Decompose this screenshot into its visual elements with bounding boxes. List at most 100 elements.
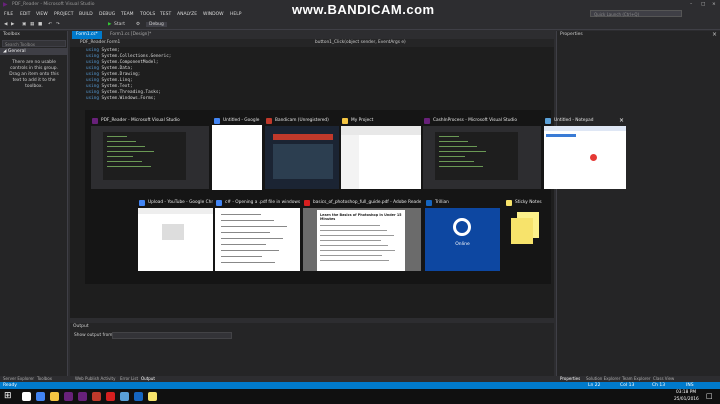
thumb-text-line	[221, 244, 266, 245]
menu-item-window[interactable]: WINDOW	[203, 12, 224, 17]
status-line: Ln 22	[588, 383, 601, 388]
record-dot-icon	[590, 154, 597, 161]
window-thumbnail[interactable]: Untitled - Notepad ×	[544, 116, 626, 189]
thumb-code-line	[439, 161, 474, 162]
windows-taskbar: ⊞ 03:18 PM 25/01/2016 □	[0, 389, 720, 404]
window-thumbnail[interactable]: c# - Opening a .pdf file in windows form	[215, 198, 300, 271]
app-icon	[214, 118, 220, 124]
menu-item-project[interactable]: PROJECT	[54, 12, 73, 17]
menu-item-build[interactable]: BUILD	[79, 12, 93, 17]
tab-error-list[interactable]: Error List	[120, 376, 138, 381]
thumbnail-header: Untitled - Google Chrome	[213, 116, 261, 126]
toolbox-search-input[interactable]: Search Toolbox	[2, 40, 66, 47]
menu-item-help[interactable]: HELP	[230, 12, 241, 17]
thumb-code-line	[107, 146, 145, 147]
menu-item-view[interactable]: VIEW	[36, 12, 48, 17]
menu-item-tools[interactable]: TOOLS	[140, 12, 155, 17]
toolbox-group-general[interactable]: ◢ General	[0, 48, 68, 55]
window-thumbnail[interactable]: basics_of_photoshop_full_guide.pdf - Ado…	[303, 198, 421, 271]
window-thumbnail[interactable]: Upload - YouTube - Google Chrome	[138, 198, 213, 271]
maximize-button[interactable]: □	[701, 2, 705, 7]
menu-item-edit[interactable]: EDIT	[20, 12, 30, 17]
code-text[interactable]: using System; using System.Collections.Ge…	[86, 48, 171, 102]
tab-team-explorer[interactable]: Team Explorer	[622, 376, 651, 381]
menu-item-team[interactable]: TEAM	[121, 12, 134, 17]
notification-icon[interactable]: □	[706, 392, 713, 400]
tab-web-publish-activity[interactable]: Web Publish Activity	[75, 376, 115, 381]
tab-output[interactable]: Output	[141, 376, 155, 381]
member-dropdown[interactable]: button1_Click(object sender, EventArgs e…	[315, 40, 406, 45]
output-source-select[interactable]	[112, 332, 232, 339]
close-button[interactable]: ×	[712, 2, 716, 7]
code-keyword: using	[86, 60, 99, 65]
thumbnail-title: basics_of_photoshop_full_guide.pdf - Ado…	[313, 200, 421, 205]
back-icon[interactable]: ◀	[4, 22, 7, 27]
close-icon[interactable]: ×	[712, 31, 717, 38]
menu-item-file[interactable]: FILE	[4, 12, 13, 17]
thumb-text-line	[320, 240, 381, 241]
taskbar-app-icon[interactable]	[78, 392, 87, 401]
app-icon	[545, 118, 551, 124]
taskbar-app-icon[interactable]	[64, 392, 73, 401]
undo-icon[interactable]: ↶	[48, 22, 52, 27]
clock-time[interactable]: 03:18 PM	[676, 390, 696, 395]
new-project-icon[interactable]: ▣	[22, 22, 26, 27]
attach-icon[interactable]: ⚙	[136, 22, 140, 27]
taskbar-app-icon[interactable]	[36, 392, 45, 401]
show-output-label: Show output from:	[74, 333, 114, 338]
tab-form1-design[interactable]: Form1.cs [Design]*	[110, 32, 151, 37]
toolbox-panel: Toolbox Search Toolbox ◢ General There a…	[0, 31, 68, 376]
solution-config-select[interactable]: Debug	[146, 22, 167, 27]
status-col: Col 13	[620, 383, 635, 388]
window-thumbnail[interactable]: Untitled - Google Chrome	[212, 116, 262, 190]
tab-server-explorer[interactable]: Server Explorer	[3, 376, 34, 381]
window-thumbnail[interactable]: Sticky Notes	[505, 198, 550, 271]
thumb-text-line	[221, 250, 279, 251]
taskbar-app-icon[interactable]	[92, 392, 101, 401]
thumb-code-line	[439, 151, 486, 152]
taskbar-app-icon[interactable]	[106, 392, 115, 401]
window-thumbnail[interactable]: CashInProcess - Microsoft Visual Studio	[423, 116, 541, 189]
project-dropdown[interactable]: PDF_Reader.Form1	[80, 40, 120, 45]
thumb-code-line	[107, 156, 133, 157]
taskbar-app-icon[interactable]	[120, 392, 129, 401]
bandicam-watermark: www.BANDICAM.com	[292, 2, 435, 17]
tab-properties[interactable]: Properties	[560, 376, 580, 381]
redo-icon[interactable]: ↷	[56, 22, 60, 27]
minimize-button[interactable]: –	[690, 2, 692, 7]
tab-toolbox[interactable]: Toolbox	[37, 376, 52, 381]
save-icon[interactable]: ■	[38, 22, 42, 27]
window-thumbnail[interactable]: Trillian Online	[425, 198, 500, 271]
tab-solution-explorer[interactable]: Solution Explorer	[586, 376, 620, 381]
status-mode: INS	[686, 383, 694, 388]
thumbnail-title: Sticky Notes	[515, 200, 542, 205]
code-keyword: using	[86, 84, 99, 89]
taskbar-app-icon[interactable]	[22, 392, 31, 401]
menu-item-test[interactable]: TEST	[160, 12, 171, 17]
thumb-code-line	[107, 151, 154, 152]
code-text: System.Drawing;	[98, 72, 141, 77]
tab-form1-cs[interactable]: Form1.cs*	[72, 31, 102, 39]
menu-item-debug[interactable]: DEBUG	[99, 12, 115, 17]
start-button[interactable]: Start	[114, 22, 125, 27]
taskbar-app-icon[interactable]	[148, 392, 157, 401]
taskbar-app-icon[interactable]	[134, 392, 143, 401]
thumb-code-line	[439, 166, 483, 167]
windows-start-icon[interactable]: ⊞	[4, 391, 12, 401]
open-icon[interactable]: ▦	[30, 22, 34, 27]
quick-launch-input[interactable]: Quick Launch (Ctrl+Q)	[590, 10, 682, 17]
close-icon[interactable]: ×	[619, 116, 624, 125]
clock-date[interactable]: 25/01/2016	[674, 397, 699, 402]
tab-class-view[interactable]: Class View	[653, 376, 674, 381]
thumbnail-preview	[91, 126, 209, 189]
menu-item-analyze[interactable]: ANALYZE	[177, 12, 197, 17]
code-text: System.Threading.Tasks;	[98, 90, 162, 95]
thumb-text-line	[320, 250, 395, 251]
start-icon[interactable]: ▶	[108, 22, 111, 27]
window-thumbnail[interactable]: Bandicam (Unregistered)	[265, 116, 339, 189]
forward-icon[interactable]: ▶	[11, 22, 14, 27]
window-thumbnail[interactable]: My Project	[341, 116, 421, 189]
window-thumbnail[interactable]: PDF_Reader - Microsoft Visual Studio	[91, 116, 209, 189]
editor-gutter	[70, 48, 82, 318]
taskbar-app-icon[interactable]	[50, 392, 59, 401]
